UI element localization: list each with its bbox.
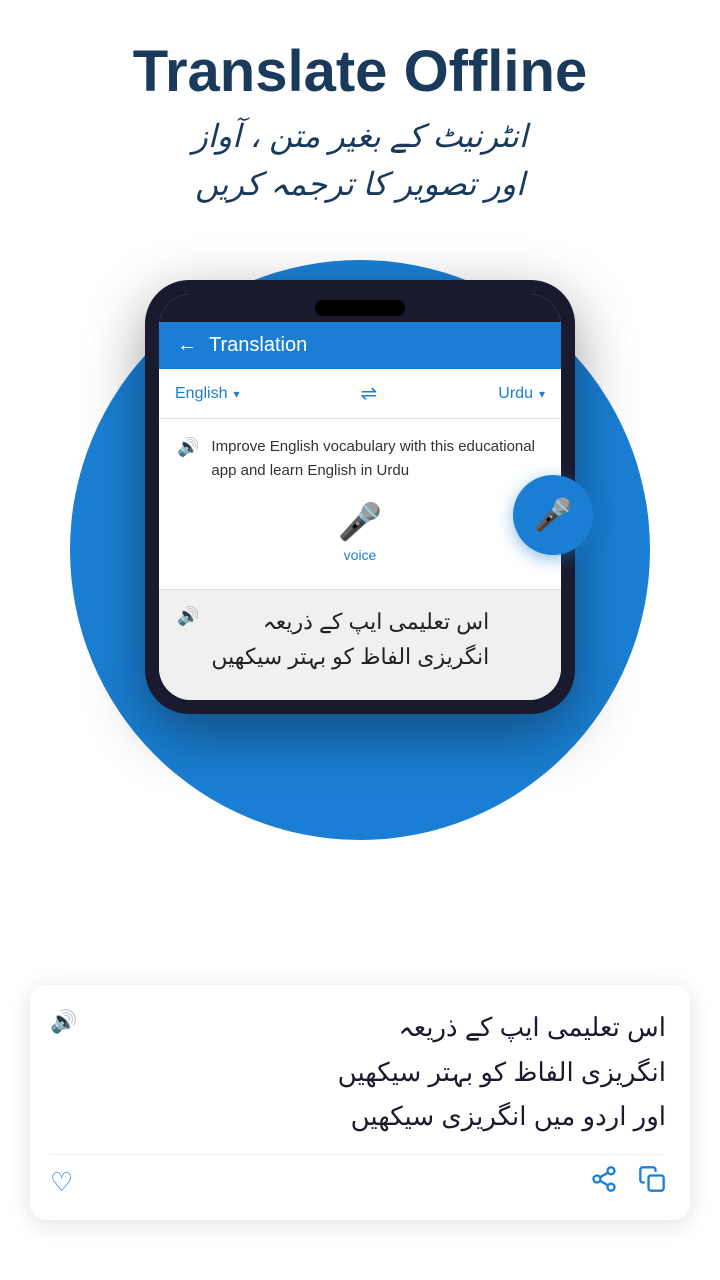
translated-partial-area: 🔊 اس تعلیمی ایپ کے ذریعہ انگریزی الفاظ ک…	[159, 590, 561, 700]
phone-screen: ← Translation English ▾ ⇌ Urdu ▾ 🔊	[159, 294, 561, 700]
target-language-button[interactable]: Urdu ▾	[498, 385, 545, 403]
bottom-speaker-icon[interactable]: 🔊	[50, 1009, 77, 1035]
bottom-translated-text: اس تعلیمی ایپ کے ذریعہ انگریزی الفاظ کو …	[91, 1005, 666, 1138]
voice-section: 🎤 voice	[177, 483, 543, 577]
language-selector: English ▾ ⇌ Urdu ▾	[159, 369, 561, 419]
phone-mockup: 🎤 ← Translation English ▾ ⇌ Urdu	[145, 280, 575, 714]
bottom-card-actions: ♡	[50, 1154, 666, 1200]
favorite-button[interactable]: ♡	[50, 1167, 73, 1198]
back-button[interactable]: ←	[177, 334, 197, 357]
target-lang-label: Urdu	[498, 385, 533, 403]
bottom-card-content: 🔊 اس تعلیمی ایپ کے ذریعہ انگریزی الفاظ ک…	[50, 1005, 666, 1138]
bottom-translation-card: 🔊 اس تعلیمی ایپ کے ذریعہ انگریزی الفاظ ک…	[30, 985, 690, 1220]
source-speaker-icon[interactable]: 🔊	[177, 437, 199, 458]
share-button[interactable]	[590, 1165, 618, 1200]
swap-languages-button[interactable]: ⇌	[361, 381, 378, 406]
header-subtitle: انٹرنیٹ کے بغیر متن ، آواز اور تصویر کا …	[0, 112, 720, 208]
source-lang-label: English	[175, 385, 227, 403]
translated-text-partial: اس تعلیمی ایپ کے ذریعہ انگریزی الفاظ کو …	[211, 604, 489, 674]
floating-mic-button[interactable]: 🎤	[513, 475, 593, 555]
voice-mic-icon[interactable]: 🎤	[177, 501, 543, 543]
source-text-row: 🔊 Improve English vocabulary with this e…	[177, 435, 543, 483]
source-text-content: Improve English vocabulary with this edu…	[211, 435, 543, 483]
voice-label: voice	[177, 547, 543, 563]
notch-pill	[315, 300, 405, 316]
app-header-bar: ← Translation	[159, 322, 561, 369]
action-buttons-right	[590, 1165, 666, 1200]
title-offline: Offline	[404, 39, 588, 104]
header-section: Translate Offline انٹرنیٹ کے بغیر متن ، …	[0, 0, 720, 208]
header-title: Translate Offline	[0, 40, 720, 104]
floating-mic-icon: 🎤	[533, 496, 573, 534]
phone-frame: ← Translation English ▾ ⇌ Urdu ▾ 🔊	[145, 280, 575, 714]
source-lang-chevron: ▾	[233, 387, 239, 401]
subtitle-line1: انٹرنیٹ کے بغیر متن ، آواز	[0, 112, 720, 160]
phone-notch	[159, 294, 561, 322]
target-lang-chevron: ▾	[539, 387, 545, 401]
translated-speaker-icon[interactable]: 🔊	[177, 606, 199, 627]
source-text-area[interactable]: 🔊 Improve English vocabulary with this e…	[159, 419, 561, 590]
copy-button[interactable]	[638, 1165, 666, 1200]
app-title: Translation	[209, 334, 307, 357]
subtitle-line2: اور تصویر کا ترجمہ کریں	[0, 160, 720, 208]
source-language-button[interactable]: English ▾	[175, 385, 240, 403]
title-translate: Translate	[133, 39, 388, 104]
